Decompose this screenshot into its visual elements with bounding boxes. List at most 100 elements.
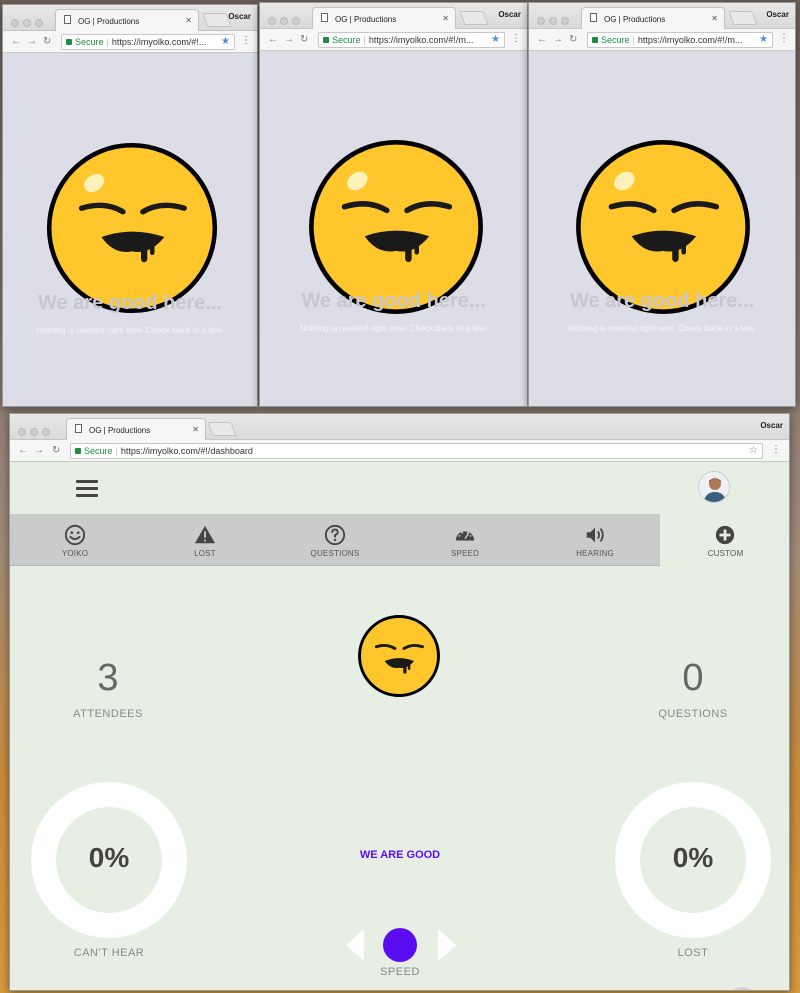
url-text: https://imyolko.com/#!/m... [368,35,474,45]
forward-icon[interactable]: → [34,445,44,456]
sleepy-face-icon [46,142,218,314]
sleepy-face-icon [358,615,440,697]
back-icon[interactable]: ← [11,36,21,47]
url-text: https://imyolko.com/#!/dashboard [120,446,253,456]
new-tab-button[interactable] [207,422,237,436]
back-icon[interactable]: ← [268,34,278,45]
reload-icon[interactable]: ↻ [43,36,51,47]
status-subtext: Nothing is needed right now. Check back … [568,323,756,333]
window-controls[interactable] [11,14,47,32]
browser-tab[interactable]: OG | Productions ✕ [312,7,456,29]
questions-label: QUESTIONS [658,708,728,720]
window-controls[interactable] [268,12,304,30]
lost-label: LOST [677,947,709,959]
back-icon[interactable]: ← [18,445,28,456]
close-tab-icon[interactable]: ✕ [192,425,199,434]
warning-icon [194,525,216,544]
tab-label: LOST [194,549,216,558]
tab-label: QUESTIONS [310,549,360,558]
title-bar: OG | Productions ✕ Oscar [260,3,527,29]
arrow-right-icon[interactable] [438,929,456,961]
browser-toolbar: ← → ↻ Secure | https://imyolko.com/#!/m...… [260,29,527,51]
new-tab-button[interactable] [728,11,758,25]
forward-icon[interactable]: → [284,34,294,45]
close-tab-icon[interactable]: ✕ [711,14,718,23]
new-tab-button[interactable] [202,13,232,27]
bookmark-star-icon[interactable]: ★ [759,34,768,45]
close-tab-icon[interactable]: ✕ [442,14,449,23]
window-controls[interactable] [537,12,573,30]
questions-count: 0 [682,657,704,699]
url-text: https://imyolko.com/#!... [111,37,207,47]
address-bar[interactable]: Secure | https://imyolko.com/#!/m... ★ [318,32,505,48]
attendees-label: ATTENDEES [73,708,143,720]
tab-questions[interactable]: QUESTIONS [270,514,400,566]
address-bar[interactable]: Secure | https://imyolko.com/#!/m... ★ [587,32,773,48]
reload-icon[interactable]: ↻ [569,34,577,45]
new-tab-button[interactable] [459,11,489,25]
secure-label: Secure [75,37,104,47]
url-text: https://imyolko.com/#!/m... [637,35,743,45]
bookmark-star-icon[interactable]: ☆ [749,445,758,456]
status-heading: We are good here... [301,290,486,312]
tab-label: CUSTOM [707,549,744,558]
user-photo-icon [699,472,729,502]
browser-toolbar: ← → ↻ Secure | https://imyolko.com/#!... ★… [3,31,257,53]
refresh-button[interactable]: ↻ [726,987,758,990]
arrow-left-icon[interactable] [346,929,364,961]
attendees-count: 3 [97,657,119,699]
browser-tab[interactable]: OG | Productions ✕ [66,418,206,440]
browser-menu-icon[interactable]: ⋮ [779,33,789,44]
lock-icon [592,37,598,43]
speed-label: SPEED [380,966,420,978]
profile-name[interactable]: Oscar [498,10,521,19]
profile-name[interactable]: Oscar [760,421,783,430]
hamburger-menu-icon[interactable] [76,480,98,498]
browser-menu-icon[interactable]: ⋮ [241,35,251,46]
browser-window-2: OG | Productions ✕ Oscar ← → ↻ Secure | ht… [259,2,528,407]
browser-tab[interactable]: OG | Productions ✕ [55,9,199,31]
tab-custom[interactable]: CUSTOM [660,514,789,567]
avatar[interactable] [698,471,730,503]
browser-menu-icon[interactable]: ⋮ [771,444,781,455]
browser-tab[interactable]: OG | Productions ✕ [581,7,725,29]
secure-label: Secure [332,35,361,45]
close-tab-icon[interactable]: ✕ [185,16,192,25]
dashboard-page: YOIKO LOST QUESTIONS SPEED HEARING CUSTO… [10,462,789,990]
document-icon [75,424,82,433]
bookmark-star-icon[interactable]: ★ [221,36,230,47]
title-bar: OG | Productions ✕ Oscar [3,5,257,31]
tab-speed[interactable]: SPEED [400,514,530,566]
document-icon [590,13,597,22]
address-bar[interactable]: Secure | https://imyolko.com/#!/dashboard … [70,443,763,459]
browser-toolbar: ← → ↻ Secure | https://imyolko.com/#!/m...… [529,29,795,51]
smiley-icon [64,524,86,546]
tab-yoiko[interactable]: YOIKO [10,514,140,566]
secure-label: Secure [84,446,113,456]
reload-icon[interactable]: ↻ [300,34,308,45]
status-heading: We are good here... [37,292,223,314]
plus-icon [715,525,735,545]
tab-hearing[interactable]: HEARING [530,514,660,566]
forward-icon[interactable]: → [553,34,563,45]
profile-name[interactable]: Oscar [766,10,789,19]
tab-lost[interactable]: LOST [140,514,270,566]
forward-icon[interactable]: → [27,36,37,47]
dashboard-window: OG | Productions ✕ Oscar ← → ↻ Secure | ht… [9,413,790,991]
tab-title: OG | Productions [335,15,397,24]
status-heading: We are good here... [569,290,755,312]
back-icon[interactable]: ← [537,34,547,45]
window-controls[interactable] [18,423,54,441]
address-bar[interactable]: Secure | https://imyolko.com/#!... ★ [61,34,235,50]
question-icon [324,524,346,546]
document-icon [321,13,328,22]
bookmark-star-icon[interactable]: ★ [491,34,500,45]
lock-icon [75,448,81,454]
tab-label: HEARING [576,549,614,558]
speed-indicator [383,928,417,962]
status-subtext: Nothing is needed right now. Check back … [299,323,488,333]
profile-name[interactable]: Oscar [228,12,251,21]
browser-menu-icon[interactable]: ⋮ [511,33,521,44]
lost-percent: 0% [672,842,714,873]
reload-icon[interactable]: ↻ [52,445,60,456]
